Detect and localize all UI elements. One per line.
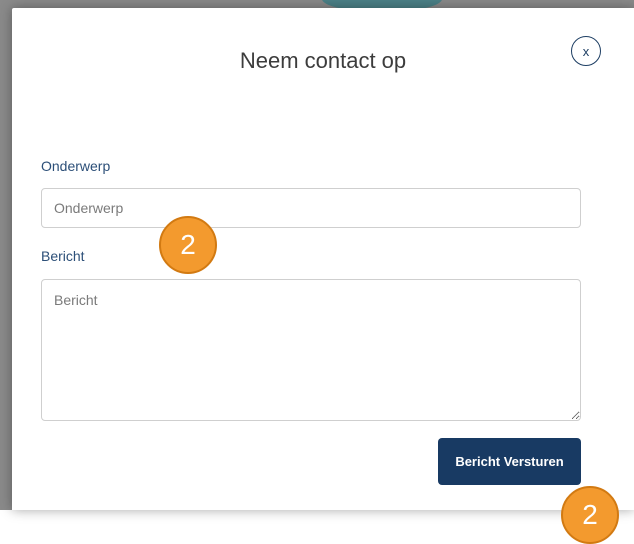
contact-modal [12, 8, 634, 510]
subject-label: Onderwerp [41, 158, 111, 174]
step-marker-badge: 2 [159, 216, 217, 274]
send-message-button[interactable]: Bericht Versturen [438, 438, 581, 485]
message-label: Bericht [41, 248, 85, 264]
step-marker-badge: 2 [561, 486, 619, 544]
subject-input[interactable] [41, 188, 581, 228]
message-textarea[interactable] [41, 279, 581, 421]
modal-title: Neem contact op [239, 48, 407, 73]
